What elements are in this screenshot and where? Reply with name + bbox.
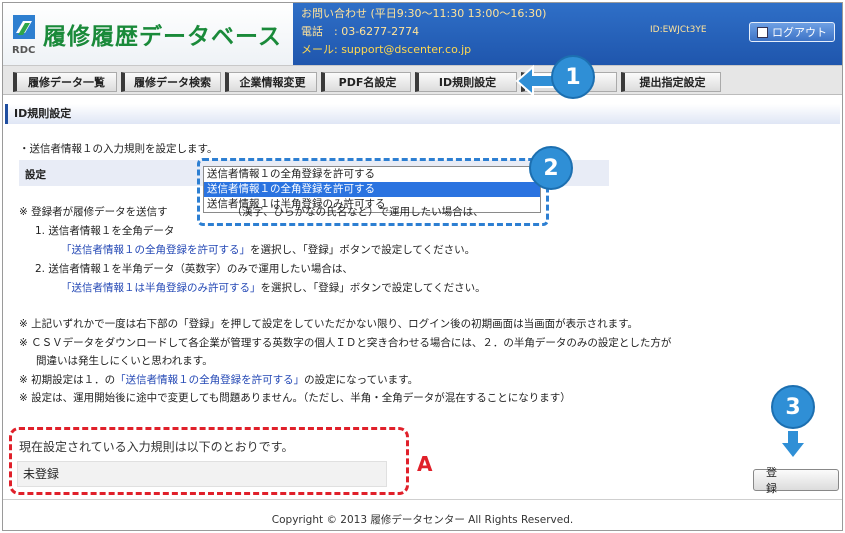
tab-course-search[interactable]: 履修データ検索 [121,72,221,92]
tab-label: PDF名設定 [338,76,397,89]
logout-label: ログアウト [772,26,827,39]
contact-hours: お問い合わせ (平日9:30～11:30 13:00～16:30) [301,7,547,20]
logo-caption: RDC [12,45,36,56]
highlight-text: 「送信者情報１の全角登録を許可する」 [61,244,250,256]
annotation-letter-a: A [417,452,433,476]
highlight-text: 「送信者情報１は半角登録のみ許可する」 [61,282,261,294]
step-1-marker: 1 [551,55,595,99]
arrow-down-icon [782,431,804,457]
header: RDC 履修履歴データベース お問い合わせ (平日9:30～11:30 13:0… [3,3,842,65]
logo-area: RDC 履修履歴データベース [3,3,293,65]
user-id: ID:EWJCt3YE [650,25,707,35]
note-line: ※ 設定は、運用開始後に途中で変更しても問題ありません。（ただし、半角・全角デー… [19,392,571,404]
setting-label: 設定 [25,169,46,181]
note-line: ※ 初期設定は１．の「送信者情報１の全角登録を許可する」の設定になっています。 [19,371,671,390]
note-item-1-detail: 「送信者情報１の全角登録を許可する」を選択し、「登録」ボタンで設定してください。 [19,241,486,260]
main-nav: 履修データ一覧 履修データ検索 企業情報変更 PDF名設定 ID規則設定 提出指… [3,65,842,95]
contact-email[interactable]: メール: support@dscenter.co.jp [301,41,546,59]
note-text: ※ 登録者が履修データを送信す [19,206,168,218]
note-text: を選択し、「登録」ボタンで設定してください。 [260,282,486,294]
tab-pdf-name[interactable]: PDF名設定 [321,72,411,92]
note-text: を全角データ [111,225,175,237]
current-setting-highlight [9,427,409,495]
tab-company-info[interactable]: 企業情報変更 [225,72,317,92]
tab-course-list[interactable]: 履修データ一覧 [13,72,117,92]
note-item-2-detail: 「送信者情報１は半角登録のみ許可する」を選択し、「登録」ボタンで設定してください… [19,279,486,298]
logout-button[interactable]: ログアウト [749,22,835,42]
dropdown-highlight [197,158,549,226]
note-item-2: 2. 送信者情報１を半角データ（英数字）のみで運用したい場合は、 [35,263,353,275]
logout-icon [757,26,768,38]
contact-info: お問い合わせ (平日9:30～11:30 13:00～16:30) 電話 : 0… [301,5,546,59]
additional-notes: ※ 上記いずれかで一度は右下部の「登録」を押して設定をしていただかない限り、ログ… [19,315,671,408]
tab-label: 企業情報変更 [239,76,306,89]
intro-text: ・送信者情報１の入力規則を設定します。 [19,143,218,155]
note-text: ※ 初期設定は１．の [19,373,116,386]
tab-submission[interactable]: 提出指定設定 [621,72,721,92]
tab-label: 提出指定設定 [639,76,706,89]
note-text: を選択し、「登録」ボタンで設定してください。 [250,244,476,256]
note-line: 間違いは発生しにくいと思われます。 [36,355,213,367]
note-line: ※ 上記いずれかで一度は右下部の「登録」を押して設定をしていただかない限り、ログ… [19,318,639,330]
footer-divider [3,499,842,500]
logo-icon [13,15,35,39]
tab-label: 履修データ一覧 [28,76,105,89]
register-button[interactable]: 登 録 [753,466,839,495]
tab-id-rule[interactable]: ID規則設定 [415,72,517,92]
app-window: RDC 履修履歴データベース お問い合わせ (平日9:30～11:30 13:0… [2,2,843,531]
note-line: ※ ＣＳＶデータをダウンロードして各企業が管理する英数字の個人ＩＤと突き合わせる… [19,336,672,349]
contact-phone: 電話 : 03-6277-2774 [301,25,420,38]
tab-label: ID規則設定 [438,76,497,89]
footer-copyright: Copyright © 2013 履修データセンター All Rights Re… [271,514,574,526]
step-2-marker: 2 [529,146,573,190]
page-title: ID規則設定 [5,104,840,124]
app-title: 履修履歴データベース [43,24,282,50]
note-text: 1. 送信者情報１ [35,225,112,237]
tab-label: 履修データ検索 [134,76,211,89]
highlight-text: 「送信者情報１の全角登録を許可する」 [115,373,305,386]
note-text: の設定になっています。 [304,373,419,386]
step-3-marker: 3 [771,385,815,429]
